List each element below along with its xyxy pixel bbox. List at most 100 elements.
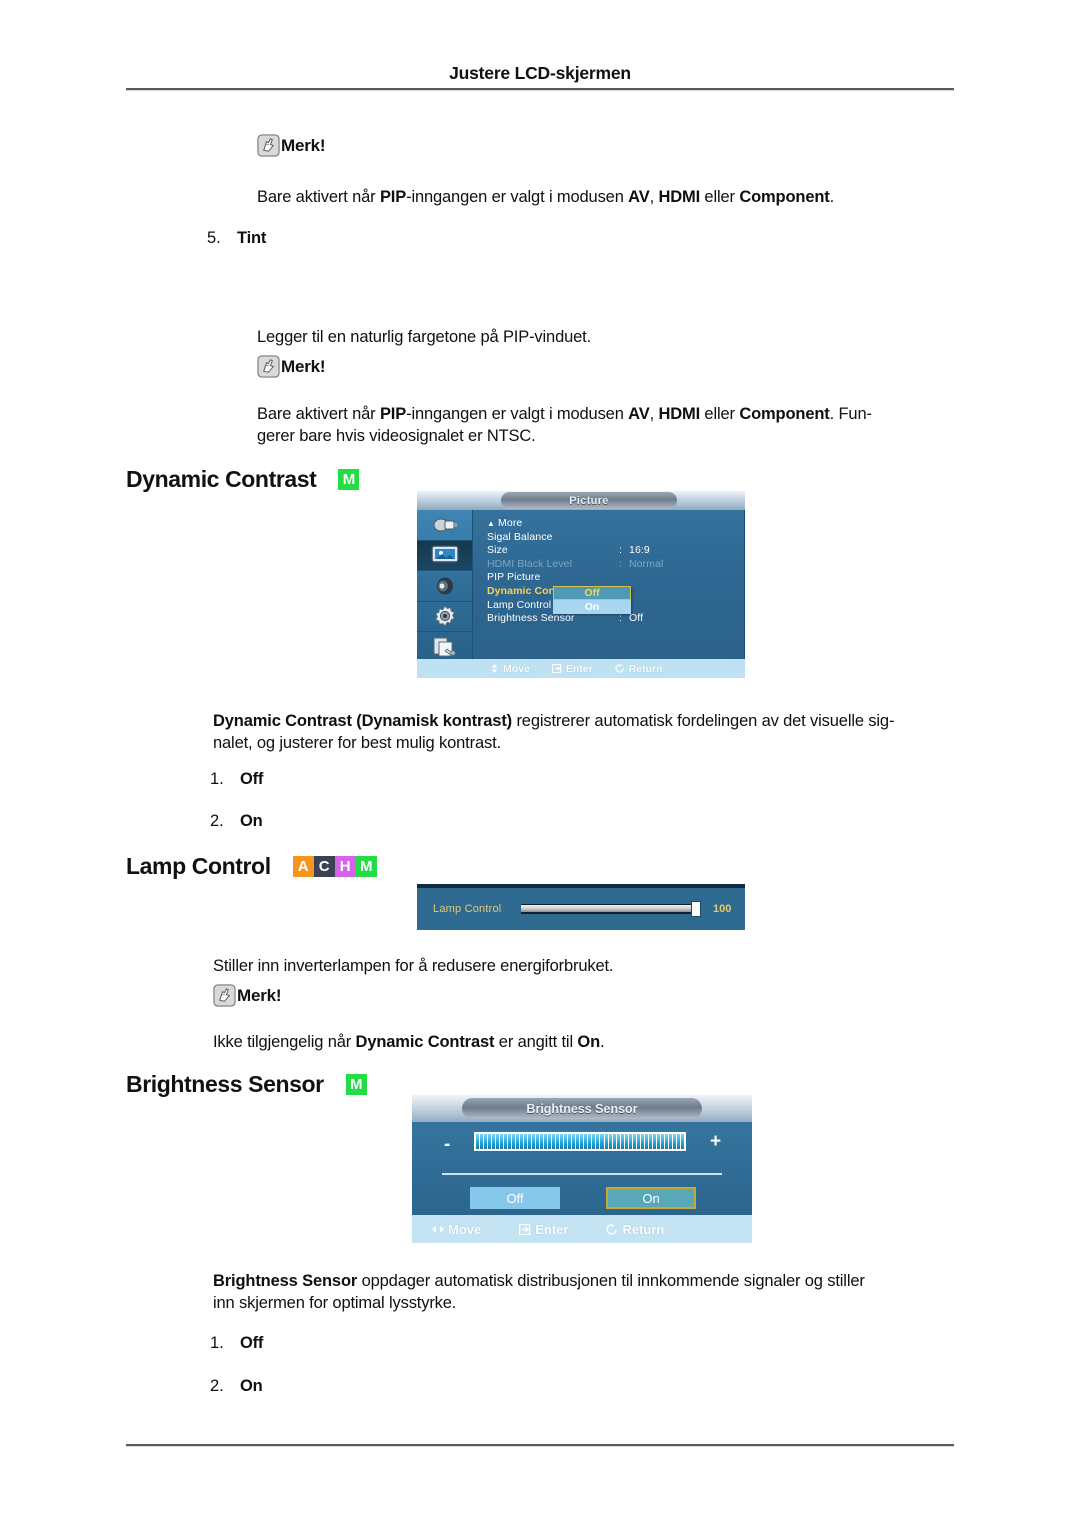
text-bold-pip: PIP <box>379 405 407 423</box>
osd-bs-level-tick <box>652 1134 656 1149</box>
osd-bs-level-tick <box>584 1134 588 1149</box>
osd-option-off[interactable]: Off <box>553 586 631 600</box>
text-fragment: . <box>829 188 835 206</box>
osd-dropdown-dynamic-contrast[interactable]: Off On <box>553 586 631 614</box>
note-merk-2: Merk! <box>257 355 326 378</box>
list-item-bs-off: 1. Off <box>210 1334 263 1353</box>
osd-bs-level-tick <box>512 1134 516 1149</box>
osd-footer-enter[interactable]: Enter <box>551 663 593 675</box>
osd-bs-level-tick <box>592 1134 596 1149</box>
osd-bs-level-tick <box>532 1134 536 1149</box>
osd-row-label: Lamp Control <box>487 598 552 611</box>
osd-row-more[interactable]: ▲ More <box>487 517 737 531</box>
osd-bs-level-tick <box>572 1134 576 1149</box>
badge-group: M <box>345 1074 367 1095</box>
list-label: On <box>240 1377 263 1395</box>
badge-a: A <box>292 856 314 877</box>
osd-footer-label: Return <box>628 662 663 675</box>
osd-bs-button-off[interactable]: Off <box>470 1187 560 1209</box>
osd-bs-title-text: Brightness Sensor <box>526 1101 638 1116</box>
enter-icon <box>519 1223 531 1235</box>
badge-group: A C H M <box>292 856 377 877</box>
osd-row-sigal-balance[interactable]: Sigal Balance <box>487 531 737 545</box>
text-fragment: Bare aktivert når <box>257 188 380 206</box>
osd-bs-slider-row[interactable]: - + <box>412 1130 752 1164</box>
note-merk-1: Merk! <box>257 134 326 157</box>
move-updown-icon <box>491 664 498 673</box>
text-fragment: Ikke tilgjengelig når <box>213 1033 356 1051</box>
osd-bs-minus-button[interactable]: - <box>444 1135 450 1154</box>
osd-lamp-knob[interactable] <box>691 901 701 917</box>
sound-speaker-icon <box>436 577 453 595</box>
osd-footer-move[interactable]: Move <box>490 663 530 675</box>
osd-bs-level-tick <box>620 1134 624 1149</box>
badge-m: M <box>355 856 377 877</box>
text-bold-av: AV <box>628 405 650 423</box>
enter-icon <box>551 664 561 673</box>
osd-bs-plus-button[interactable]: + <box>710 1132 721 1151</box>
osd-row-value: 16:9 <box>629 544 650 557</box>
osd-row-pip-picture[interactable]: PIP Picture <box>487 571 737 585</box>
sidebar-item-input[interactable] <box>417 510 472 541</box>
osd-footer-return[interactable]: Return <box>615 663 663 675</box>
osd-bs-level-tick <box>496 1134 500 1149</box>
text-fragment: er angitt til <box>494 1033 578 1051</box>
input-plug-icon <box>433 518 457 532</box>
text-bold-dynamic-contrast: Dynamic Contrast <box>355 1033 495 1051</box>
text-fragment: Bare aktivert når <box>257 405 380 423</box>
dynamic-contrast-description: Dynamic Contrast (Dynamisk kontrast) reg… <box>213 710 958 754</box>
osd-bs-level-tick <box>520 1134 524 1149</box>
osd-row-value: Off <box>629 612 644 625</box>
note-label: Merk! <box>237 985 282 1005</box>
text-bold-hdmi: HDMI <box>658 188 700 206</box>
osd-bs-level-tick <box>568 1134 572 1149</box>
osd-bs-level-tick <box>644 1134 648 1149</box>
heading-lamp-control: Lamp Control A C H M <box>126 853 377 880</box>
osd-row-colon: : <box>619 557 623 570</box>
osd-row-label: Sigal Balance <box>487 530 553 543</box>
osd-bs-footer-label: Move <box>448 1221 482 1237</box>
list-number: 2. <box>210 1377 224 1395</box>
osd-row-brightness-sensor[interactable]: Brightness Sensor : Off <box>487 612 737 626</box>
osd-bs-footer-label: Return <box>622 1221 665 1237</box>
osd-bs-level-tick <box>672 1134 676 1149</box>
osd-bs-level-tick <box>616 1134 620 1149</box>
lamp-control-description: Stiller inn inverterlampen for å reduser… <box>213 957 614 975</box>
list-label: On <box>240 812 263 830</box>
osd-bs-level-tick <box>476 1134 480 1149</box>
osd-bs-level-tick <box>660 1134 664 1149</box>
osd-row-size[interactable]: Size : 16:9 <box>487 544 737 558</box>
osd-lamp-track[interactable] <box>521 904 701 914</box>
osd-brightness-sensor-panel[interactable]: Brightness Sensor - + Off On Move Enter … <box>412 1095 752 1243</box>
list-item-bs-on: 2. On <box>210 1377 263 1396</box>
osd-picture-menu[interactable]: Picture ▲ More Sigal Balance Size: 16:9… <box>417 491 745 678</box>
sidebar-item-sound[interactable] <box>417 571 472 602</box>
osd-bs-footer-return[interactable]: Return <box>606 1222 664 1237</box>
osd-bs-level-tick <box>664 1134 668 1149</box>
osd-bs-level-tick <box>508 1134 512 1149</box>
osd-row-label: Size <box>487 544 508 557</box>
text-fragment: oppdager automatisk distribusjonen til i… <box>357 1272 865 1290</box>
osd-bs-level-tick <box>608 1134 612 1149</box>
sidebar-item-picture[interactable] <box>417 540 472 571</box>
osd-bs-level-tick <box>560 1134 564 1149</box>
osd-bs-button-on[interactable]: On <box>606 1187 696 1209</box>
osd-bs-level-tick <box>640 1134 644 1149</box>
osd-bs-footer-enter[interactable]: Enter <box>519 1222 568 1237</box>
return-icon <box>615 664 624 673</box>
move-leftright-icon <box>432 1225 444 1233</box>
footer-rule <box>126 1444 954 1447</box>
setup-gear-icon <box>434 605 455 627</box>
osd-bs-titlebar: Brightness Sensor <box>412 1095 752 1122</box>
osd-bs-level-bar[interactable] <box>474 1132 686 1151</box>
sidebar-item-multi-control[interactable] <box>417 632 472 663</box>
osd-lamp-control-slider[interactable]: Lamp Control 100 <box>417 884 745 930</box>
text-fragment: registrerer automatisk fordelingen av de… <box>512 712 895 730</box>
sidebar-item-setup[interactable] <box>417 602 472 632</box>
list-number: 1. <box>210 770 224 788</box>
text-bold-av: AV <box>628 188 650 206</box>
osd-bs-footer-move[interactable]: Move <box>432 1222 481 1237</box>
osd-bs-level-tick <box>484 1134 488 1149</box>
osd-option-on[interactable]: On <box>553 600 631 614</box>
text-fragment: . <box>600 1033 605 1051</box>
